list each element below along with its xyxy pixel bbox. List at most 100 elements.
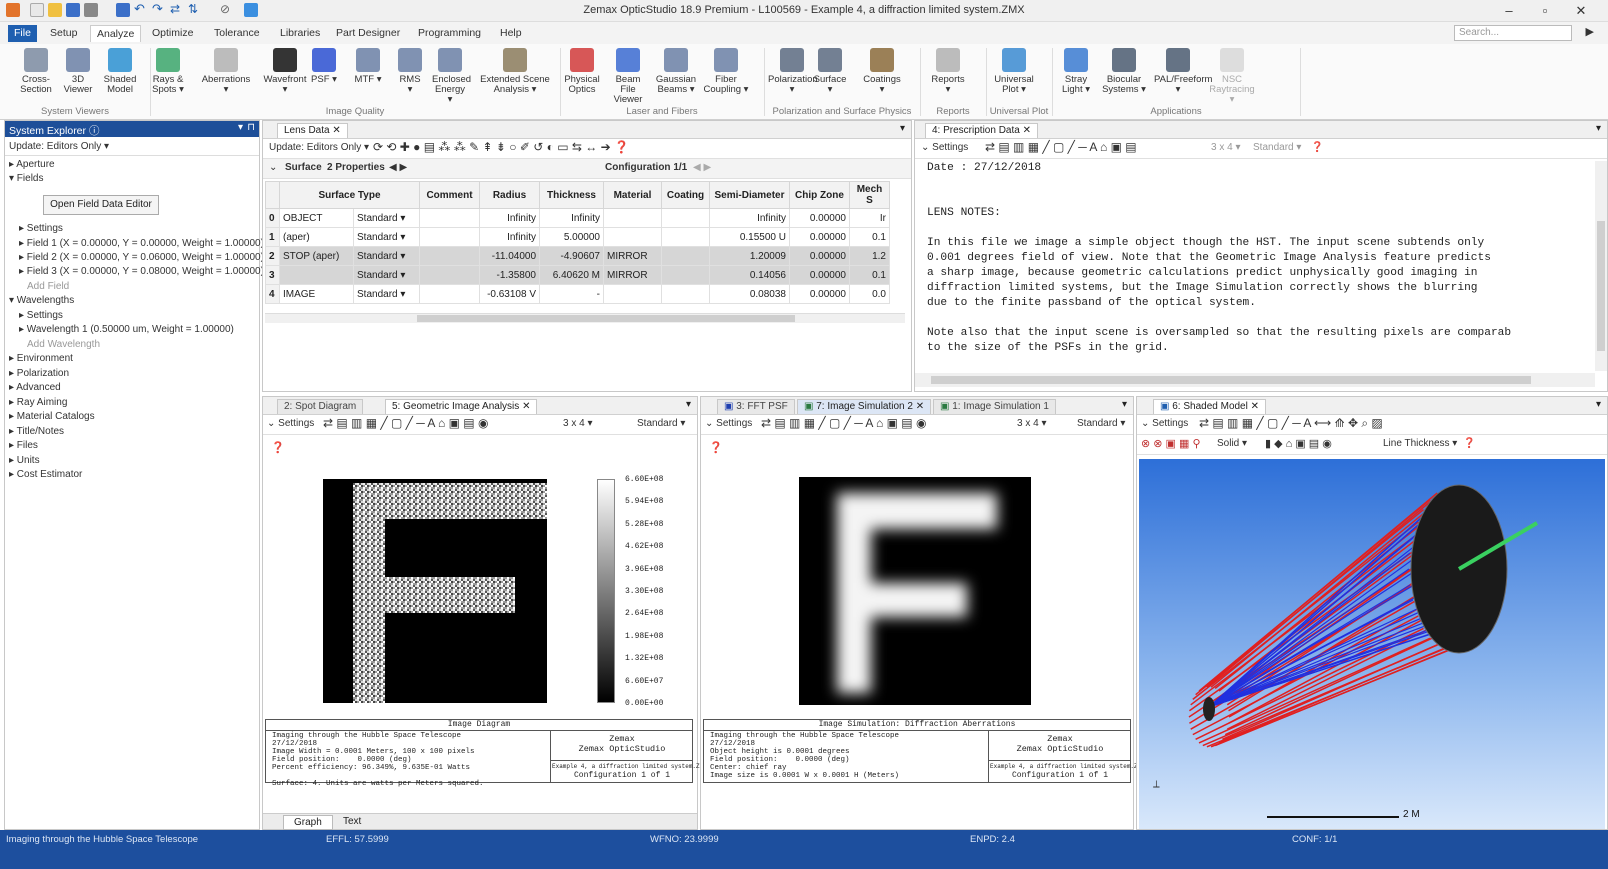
- tab-prescription-data[interactable]: 4: Prescription Data ✕: [925, 123, 1038, 138]
- explorer-tree-item[interactable]: ▸ Cost Estimator: [9, 469, 82, 480]
- tab-setup[interactable]: Setup: [44, 25, 83, 42]
- table-cell[interactable]: 0.00000: [789, 227, 850, 247]
- table-cell[interactable]: 0.00000: [789, 265, 850, 285]
- table-cell[interactable]: [661, 246, 710, 266]
- tab-image-simulation-1[interactable]: ▣ 1: Image Simulation 1: [933, 399, 1056, 414]
- explorer-tree-item[interactable]: ▾ Fields: [9, 173, 43, 184]
- close-icon[interactable]: ✕: [916, 401, 924, 412]
- search-go-icon[interactable]: ▶: [1586, 25, 1594, 38]
- explorer-tree-item[interactable]: ▸ Field 2 (X = 0.00000, Y = 0.06000, Wei…: [19, 252, 264, 263]
- analysis-tools-icon[interactable]: ⇄ ▤ ▥ ▦ ╱ ▢ ╱ ─ A ⌂ ▣ ▤ ◉: [323, 416, 488, 430]
- scrollbar-thumb[interactable]: [417, 315, 795, 322]
- explorer-tree-item[interactable]: ▸ Material Catalogs: [9, 411, 95, 422]
- ribbon-button-rays-spots[interactable]: Rays & Spots ▾: [148, 48, 188, 95]
- surface-collapse-icon[interactable]: ⌄: [269, 162, 277, 173]
- table-cell[interactable]: -4.90607: [539, 246, 604, 266]
- prev-surface-icon[interactable]: ◀ ▶: [389, 162, 407, 173]
- explorer-tree-item[interactable]: ▾ Wavelengths: [9, 295, 74, 306]
- column-header[interactable]: Comment: [419, 181, 480, 209]
- standard-dropdown[interactable]: Standard ▾: [1077, 418, 1125, 429]
- config-nav-icon[interactable]: ◀ ▶: [693, 162, 711, 173]
- table-cell[interactable]: [661, 227, 710, 247]
- grid-dropdown[interactable]: 3 x 4 ▾: [563, 418, 592, 429]
- lens-editor-tools-icon[interactable]: ⟳ ⟲ ✚ ● ▤ ⁂ ⁂ ✎ ⇞ ⇟ ○ ✐ ↺ ◐ ▭ ⇆ ↔ ➔ ❓: [373, 140, 629, 154]
- ribbon-button-wavefront[interactable]: Wavefront ▾: [262, 48, 308, 95]
- explorer-tree-item[interactable]: ▸ Title/Notes: [9, 426, 64, 437]
- line-thickness-dropdown[interactable]: Line Thickness ▾: [1383, 438, 1457, 449]
- table-cell[interactable]: 0.14056: [709, 265, 790, 285]
- ribbon-button-universal-plot[interactable]: Universal Plot ▾: [990, 48, 1038, 95]
- explorer-tree-item[interactable]: ▸ Field 3 (X = 0.00000, Y = 0.08000, Wei…: [19, 266, 264, 277]
- column-header[interactable]: Material: [603, 181, 662, 209]
- table-cell[interactable]: MIRROR: [603, 265, 662, 285]
- close-icon[interactable]: ✕: [1251, 401, 1259, 412]
- explorer-tree-item[interactable]: ▸ Units: [9, 455, 40, 466]
- table-cell[interactable]: STOP (aper): [279, 246, 354, 266]
- tab-tolerance[interactable]: Tolerance: [208, 25, 266, 42]
- analysis-tools-icon[interactable]: ⇄ ▤ ▥ ▦ ╱ ▢ ╱ ─ A ⌂ ▣ ▤: [985, 140, 1137, 154]
- ribbon-button-stray-light[interactable]: Stray Light ▾: [1058, 48, 1094, 95]
- table-cell[interactable]: 0: [265, 208, 280, 228]
- standard-dropdown[interactable]: Standard ▾: [1253, 142, 1301, 153]
- close-icon[interactable]: ✕: [1023, 125, 1031, 136]
- prescription-horizontal-scrollbar[interactable]: [915, 373, 1595, 387]
- ribbon-button-extended-scene[interactable]: Extended Scene Analysis ▾: [478, 48, 552, 95]
- lens-update-dropdown[interactable]: Update: Editors Only ▾: [269, 142, 369, 153]
- table-cell[interactable]: 3: [265, 265, 280, 285]
- help-icon[interactable]: ❓: [1311, 142, 1323, 153]
- ribbon-button-polarization[interactable]: Polarization ▾: [768, 48, 818, 95]
- tab-lens-data[interactable]: Lens Data ✕: [277, 123, 348, 138]
- table-cell[interactable]: IMAGE: [279, 284, 354, 304]
- table-cell[interactable]: 6.40620 M: [539, 265, 604, 285]
- tab-fft-psf[interactable]: ▣ 3: FFT PSF: [717, 399, 795, 414]
- scrollbar-thumb[interactable]: [1597, 221, 1605, 351]
- explorer-tree-item[interactable]: ▸ Settings: [19, 310, 63, 321]
- ribbon-button-surface[interactable]: Surface ▾: [810, 48, 850, 95]
- column-header[interactable]: [265, 181, 280, 209]
- ribbon-button-pal[interactable]: PAL/Freeform ▾: [1154, 48, 1212, 95]
- table-cell[interactable]: -11.04000: [479, 246, 540, 266]
- settings-button[interactable]: ⌄ Settings: [921, 142, 968, 153]
- table-cell[interactable]: 0.08038: [709, 284, 790, 304]
- table-row[interactable]: 4 IMAGE Standard ▾ -0.63108 V - 0.08038 0.0000…: [265, 284, 890, 304]
- lens-horizontal-scrollbar[interactable]: [265, 313, 905, 323]
- table-cell[interactable]: [603, 284, 662, 304]
- explorer-tree-item[interactable]: ▸ Ray Aiming: [9, 397, 67, 408]
- ribbon-button-3d-viewer[interactable]: 3D Viewer: [60, 48, 96, 95]
- explorer-tree-item[interactable]: ▸ Polarization: [9, 368, 69, 379]
- shaded-model-view[interactable]: ⟂ 2 M: [1139, 459, 1605, 829]
- table-cell[interactable]: 0.0: [849, 284, 890, 304]
- table-cell[interactable]: 0.1: [849, 227, 890, 247]
- table-cell[interactable]: [603, 227, 662, 247]
- explorer-dropdown-icon[interactable]: ▾: [238, 122, 243, 133]
- tab-analyze[interactable]: Analyze: [90, 25, 142, 42]
- table-cell[interactable]: [419, 208, 480, 228]
- table-cell[interactable]: (aper): [279, 227, 354, 247]
- maximize-button[interactable]: ▫: [1530, 2, 1560, 20]
- render-tools-icon[interactable]: ▮ ◆ ⌂ ▣ ▤ ◉: [1265, 437, 1332, 450]
- table-cell[interactable]: [661, 208, 710, 228]
- ribbon-button-gaussian[interactable]: Gaussian Beams ▾: [654, 48, 698, 95]
- close-icon[interactable]: ✕: [332, 125, 340, 136]
- table-cell[interactable]: 2: [265, 246, 280, 266]
- pane-menu-icon[interactable]: ▾: [900, 123, 905, 134]
- table-cell[interactable]: 1.20009: [709, 246, 790, 266]
- table-cell[interactable]: 0.15500 U: [709, 227, 790, 247]
- table-cell[interactable]: [603, 208, 662, 228]
- table-cell[interactable]: -1.35800: [479, 265, 540, 285]
- table-cell[interactable]: 5.00000: [539, 227, 604, 247]
- explorer-update-dropdown[interactable]: Update: Editors Only ▾: [9, 141, 109, 152]
- pane-menu-icon[interactable]: ▾: [1596, 123, 1601, 134]
- table-cell[interactable]: [419, 265, 480, 285]
- table-cell[interactable]: 1.2: [849, 246, 890, 266]
- tab-help[interactable]: Help: [494, 25, 528, 42]
- column-header[interactable]: Coating: [661, 181, 710, 209]
- tab-shaded-model[interactable]: ▣ 6: Shaded Model ✕: [1153, 399, 1267, 414]
- table-cell[interactable]: 4: [265, 284, 280, 304]
- table-cell[interactable]: Infinity: [539, 208, 604, 228]
- explorer-tree-item[interactable]: ▸ Settings: [19, 223, 63, 234]
- ribbon-button-enclosed-energy[interactable]: Enclosed Energy ▾: [432, 48, 471, 105]
- grid-dropdown[interactable]: 3 x 4 ▾: [1017, 418, 1046, 429]
- explorer-tree-item[interactable]: Add Field: [27, 281, 69, 292]
- close-button[interactable]: ✕: [1566, 2, 1596, 20]
